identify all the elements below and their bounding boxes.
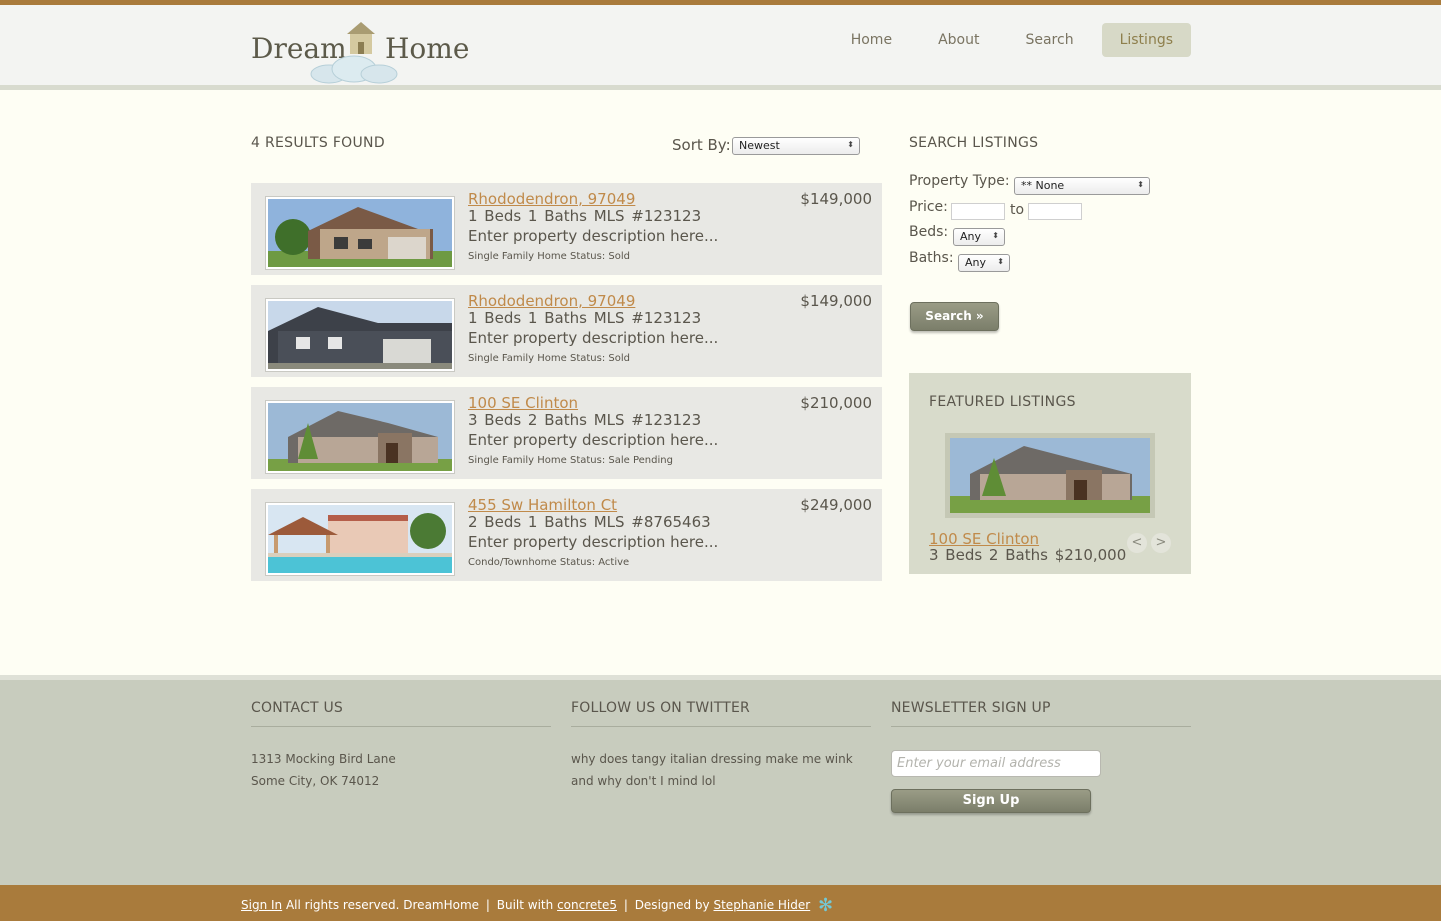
- nav-home[interactable]: Home: [833, 23, 910, 57]
- beds-label: Beds:: [909, 224, 949, 240]
- listing-card: Rhododendron, 97049 1 Beds 1 Baths MLS #…: [251, 183, 882, 275]
- site-footer: CONTACT US 1313 Mocking Bird Lane Some C…: [0, 675, 1441, 885]
- twitter-divider: [571, 726, 871, 727]
- property-type-select[interactable]: ** None ⬍: [1014, 177, 1150, 195]
- listing-photo[interactable]: [265, 298, 455, 372]
- baths-select[interactable]: Any ⬍: [958, 254, 1010, 272]
- house-photo-3: [268, 403, 452, 471]
- contact-title: CONTACT US: [251, 700, 343, 716]
- contact-address: 1313 Mocking Bird Lane Some City, OK 740…: [251, 748, 396, 792]
- house-icon: [347, 22, 375, 54]
- results-count: 4 RESULTS FOUND: [251, 135, 385, 151]
- featured-title: FEATURED LISTINGS: [929, 394, 1076, 410]
- logo[interactable]: Dream Home: [251, 20, 470, 90]
- designed-by-text: Designed by: [634, 898, 710, 912]
- listing-facts: 1 Beds 1 Baths MLS #123123: [468, 207, 702, 225]
- featured-next-button[interactable]: >: [1151, 533, 1171, 553]
- listing-description: Enter property description here...: [468, 431, 719, 449]
- listing-price: $149,000: [800, 190, 872, 208]
- select-arrows-icon: ⬍: [847, 140, 854, 149]
- listing-facts: 3 Beds 2 Baths MLS #123123: [468, 411, 702, 429]
- price-min-input[interactable]: [951, 203, 1005, 220]
- main-nav: Home About Search Listings: [823, 23, 1191, 57]
- listing-title-link[interactable]: 455 Sw Hamilton Ct: [468, 496, 617, 514]
- signup-button[interactable]: Sign Up: [891, 789, 1091, 813]
- listing-meta: Single Family Home Status: Sold: [468, 353, 630, 364]
- listing-photo[interactable]: [265, 196, 455, 270]
- search-listings-title: SEARCH LISTINGS: [909, 135, 1039, 151]
- bottom-bar: Sign In All rights reserved. DreamHome |…: [0, 885, 1441, 921]
- copyright-line: Sign In All rights reserved. DreamHome |…: [241, 895, 833, 916]
- newsletter-title: NEWSLETTER SIGN UP: [891, 700, 1051, 716]
- cms-link[interactable]: concrete5: [557, 898, 617, 912]
- sort-select-value: Newest: [739, 139, 780, 152]
- twitter-title: FOLLOW US ON TWITTER: [571, 700, 750, 716]
- site-header: Dream Home Home About Search Listings: [0, 5, 1441, 90]
- separator: |: [623, 898, 628, 912]
- property-type-label: Property Type:: [909, 173, 1010, 189]
- price-to-label: to: [1010, 202, 1025, 218]
- house-photo-1: [268, 199, 452, 267]
- price-max-input[interactable]: [1028, 203, 1082, 220]
- sign-in-link[interactable]: Sign In: [241, 898, 282, 912]
- listing-meta: Single Family Home Status: Sale Pending: [468, 455, 673, 466]
- built-with-text: Built with: [496, 898, 554, 912]
- select-arrows-icon: ⬍: [992, 231, 999, 240]
- tweet-text: why does tangy italian dressing make me …: [571, 752, 853, 788]
- listing-card: 100 SE Clinton 3 Beds 2 Baths MLS #12312…: [251, 387, 882, 479]
- listing-card: Rhododendron, 97049 1 Beds 1 Baths MLS #…: [251, 285, 882, 377]
- listing-title-link[interactable]: Rhododendron, 97049: [468, 292, 635, 310]
- select-arrows-icon: ⬍: [1137, 180, 1144, 189]
- newsletter-divider: [891, 726, 1191, 727]
- listing-price: $210,000: [800, 394, 872, 412]
- house-photo-2: [268, 301, 452, 369]
- listing-title-link[interactable]: 100 SE Clinton: [468, 394, 578, 412]
- sort-label: Sort By:: [672, 136, 731, 154]
- separator: |: [485, 898, 490, 912]
- newsletter-email-input[interactable]: Enter your email address: [891, 750, 1101, 777]
- property-type-value: ** None: [1021, 179, 1065, 192]
- select-arrows-icon: ⬍: [997, 257, 1004, 266]
- listing-description: Enter property description here...: [468, 227, 719, 245]
- search-button[interactable]: Search »: [910, 302, 999, 331]
- price-label: Price:: [909, 199, 948, 215]
- featured-photo[interactable]: [945, 433, 1155, 518]
- listing-photo[interactable]: [265, 502, 455, 576]
- rights-text: All rights reserved. DreamHome: [285, 898, 480, 912]
- nav-search[interactable]: Search: [1007, 23, 1091, 57]
- logo-text-home: Home: [385, 32, 470, 65]
- sort-select[interactable]: Newest ⬍: [732, 137, 860, 155]
- listing-photo[interactable]: [265, 400, 455, 474]
- featured-listings-panel: FEATURED LISTINGS 100 SE Clinton 3 Beds …: [909, 373, 1191, 574]
- contact-divider: [251, 726, 551, 727]
- baths-label: Baths:: [909, 250, 954, 266]
- beds-select[interactable]: Any ⬍: [953, 228, 1005, 246]
- listing-card: 455 Sw Hamilton Ct 2 Beds 1 Baths MLS #8…: [251, 489, 882, 581]
- listing-facts: 1 Beds 1 Baths MLS #123123: [468, 309, 702, 327]
- featured-prev-button[interactable]: <: [1127, 533, 1147, 553]
- address-line-1: 1313 Mocking Bird Lane: [251, 752, 396, 766]
- listing-meta: Single Family Home Status: Sold: [468, 251, 630, 262]
- address-line-2: Some City, OK 74012: [251, 774, 380, 788]
- villa-photo-4: [268, 505, 452, 573]
- featured-listing-facts: 3 Beds 2 Baths $210,000: [929, 546, 1127, 564]
- featured-house-photo: [950, 438, 1150, 513]
- flower-icon: ✻: [818, 895, 834, 916]
- listing-price: $249,000: [800, 496, 872, 514]
- beds-value: Any: [960, 230, 982, 243]
- nav-about[interactable]: About: [920, 23, 997, 57]
- listing-description: Enter property description here...: [468, 329, 719, 347]
- listing-title-link[interactable]: Rhododendron, 97049: [468, 190, 635, 208]
- baths-value: Any: [965, 256, 987, 269]
- nav-listings[interactable]: Listings: [1101, 23, 1191, 57]
- listing-facts: 2 Beds 1 Baths MLS #8765463: [468, 513, 711, 531]
- listing-description: Enter property description here...: [468, 533, 719, 551]
- listing-price: $149,000: [800, 292, 872, 310]
- listing-meta: Condo/Townhome Status: Active: [468, 557, 630, 568]
- designer-link[interactable]: Stephanie Hider: [713, 898, 810, 912]
